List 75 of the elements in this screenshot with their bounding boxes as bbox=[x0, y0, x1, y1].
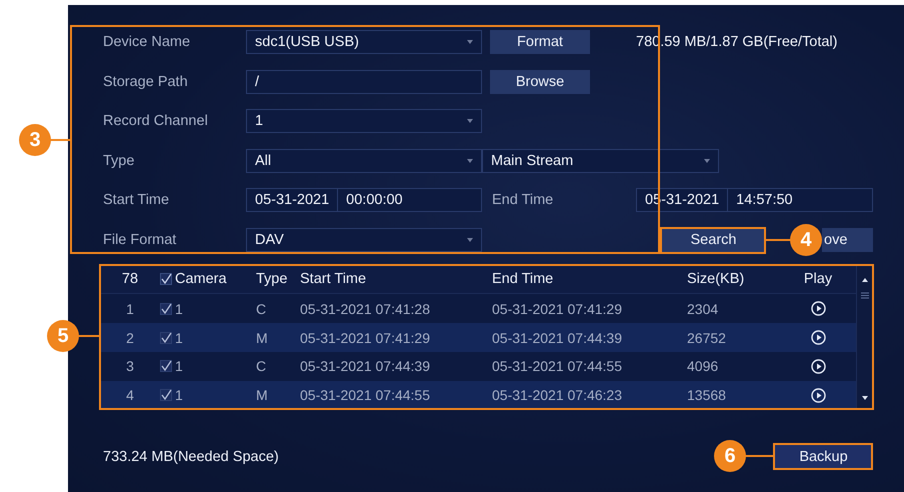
table-cell-text: 05-31-2021 07:46:23 bbox=[492, 387, 623, 404]
table-cell: 1 bbox=[175, 300, 183, 317]
table-cell-text: 1 bbox=[125, 300, 135, 317]
field-label: Storage Path bbox=[103, 74, 189, 90]
stream-dropdown[interactable]: Main Stream bbox=[482, 148, 719, 172]
channel-dropdown[interactable]: 1 bbox=[246, 109, 482, 133]
scrollbar[interactable] bbox=[856, 266, 872, 410]
caret-icon bbox=[467, 119, 473, 123]
table-cell-text: 05-31-2021 07:44:55 bbox=[492, 358, 623, 374]
play-icon[interactable] bbox=[810, 330, 826, 345]
column-header: Play bbox=[802, 271, 834, 288]
scroll-thumb-icon[interactable] bbox=[860, 292, 868, 298]
table-cell-text: C bbox=[255, 300, 268, 317]
path-field[interactable]: / bbox=[246, 70, 482, 94]
table-cell-text: 3 bbox=[125, 358, 135, 374]
column-header: Size(KB) bbox=[686, 271, 746, 288]
table-cell-text: 13568 bbox=[686, 387, 727, 404]
checkbox[interactable] bbox=[160, 302, 172, 315]
checkbox[interactable] bbox=[160, 273, 172, 286]
table-cell-text: 05-31-2021 07:41:28 bbox=[300, 300, 431, 317]
field-label: Device Name bbox=[103, 34, 192, 50]
caret-icon bbox=[467, 238, 473, 242]
play-icon[interactable] bbox=[810, 358, 826, 374]
table-cell-text: M bbox=[255, 387, 269, 404]
table-cell-text: C bbox=[255, 358, 268, 374]
table-cell: 1 bbox=[175, 330, 183, 346]
callout-number: 3 bbox=[19, 124, 51, 156]
format-dropdown[interactable]: DAV bbox=[246, 228, 482, 252]
caret-icon bbox=[467, 158, 473, 162]
play-icon[interactable] bbox=[810, 301, 826, 316]
device-dropdown[interactable]: sdc1(USB USB) bbox=[246, 30, 482, 54]
leader-line bbox=[78, 335, 99, 337]
column-header: 78 bbox=[120, 271, 140, 288]
table-cell-text: 05-31-2021 07:44:39 bbox=[300, 358, 431, 374]
field-label: Record Channel bbox=[103, 113, 209, 129]
remove-button[interactable]: ove bbox=[822, 228, 873, 252]
search-button[interactable]: Search bbox=[662, 228, 765, 252]
caret-icon bbox=[467, 40, 473, 44]
checkbox[interactable] bbox=[160, 389, 172, 402]
caret-icon bbox=[704, 158, 710, 162]
field-label: End Time bbox=[492, 192, 554, 208]
field-label: Type bbox=[103, 152, 136, 168]
browse-button[interactable]: Browse bbox=[490, 70, 590, 94]
column-header: End Time bbox=[492, 271, 554, 288]
leader-line bbox=[745, 455, 773, 457]
leader-line bbox=[766, 239, 791, 241]
type-dropdown[interactable]: All bbox=[246, 148, 482, 172]
table-cell-text: 4096 bbox=[686, 358, 720, 374]
field-label: Start Time bbox=[103, 192, 170, 208]
table-cell-text: 26752 bbox=[686, 330, 727, 346]
table-cell-text: 05-31-2021 07:41:29 bbox=[300, 330, 431, 346]
start-datetime-field[interactable]: 05-31-2021 00:00:00 bbox=[246, 188, 482, 212]
table-cell-text: 2304 bbox=[686, 300, 720, 317]
scroll-up-icon[interactable] bbox=[862, 278, 868, 282]
format-button[interactable]: Format bbox=[490, 30, 590, 54]
column-header: Start Time bbox=[300, 271, 368, 288]
table-cell: 1 bbox=[175, 387, 183, 404]
backup-button[interactable]: Backup bbox=[775, 444, 872, 470]
checkbox[interactable] bbox=[160, 360, 172, 372]
play-icon[interactable] bbox=[810, 388, 826, 403]
table-cell-text: 2 bbox=[125, 330, 135, 346]
table-cell-text: 05-31-2021 07:41:29 bbox=[492, 300, 623, 317]
table-cell-text: M bbox=[255, 330, 269, 346]
table-cell: 1 bbox=[175, 358, 183, 374]
table-cell-text: 05-31-2021 07:44:39 bbox=[492, 330, 623, 346]
checkbox[interactable] bbox=[160, 332, 172, 344]
scroll-down-icon[interactable] bbox=[862, 396, 868, 400]
table-cell-text: 05-31-2021 07:44:55 bbox=[300, 387, 431, 404]
column-header: Type bbox=[255, 271, 288, 288]
leader-line bbox=[50, 139, 70, 141]
table-cell-text: 4 bbox=[125, 387, 135, 404]
field-label: File Format bbox=[103, 232, 178, 248]
callout-number: 5 bbox=[47, 320, 79, 352]
column-header: Camera bbox=[175, 271, 227, 288]
needed-space-text: 733.24 MB(Needed Space) bbox=[103, 449, 279, 465]
